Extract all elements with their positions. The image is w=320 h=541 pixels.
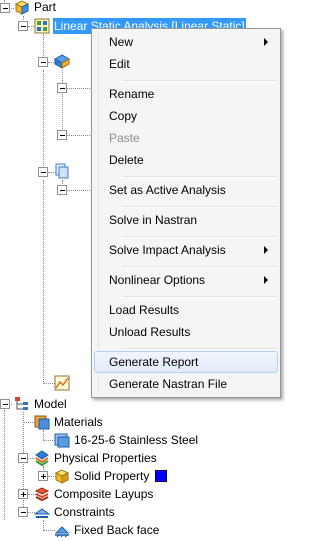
tree-node-label: Materials (54, 415, 103, 429)
analysis-icon (34, 18, 50, 34)
menu-item-generate-report[interactable]: Generate Report (94, 351, 278, 373)
tree-node-constraints[interactable]: Constraints (33, 503, 116, 521)
menu-item-label: Edit (109, 57, 130, 71)
tree-node-label: Model (34, 397, 67, 411)
tree-node-constraint-item[interactable]: Fixed Back face (54, 521, 160, 539)
menu-item-nonlinear-options[interactable]: Nonlinear Options (94, 269, 278, 291)
materials-icon (34, 414, 50, 430)
tree-node-material-item[interactable]: 16-25-6 Stainless Steel (54, 431, 199, 449)
expand-toggle[interactable] (0, 3, 10, 13)
menu-separator (122, 176, 276, 178)
tree-node-label: Part (34, 0, 57, 14)
menu-item-rename[interactable]: Rename (94, 83, 278, 105)
menu-item-copy[interactable]: Copy (94, 105, 278, 127)
tree-node-model[interactable]: Model (14, 395, 68, 413)
menu-item-label: Copy (109, 109, 138, 123)
model-icon (14, 396, 30, 412)
menu-item-label: Solve Impact Analysis (109, 243, 226, 257)
tree-node-label: Solid Property (74, 469, 150, 483)
menu-item-label: Generate Nastran File (109, 377, 228, 391)
submenu-arrow-icon (264, 246, 268, 254)
menu-item-label: Generate Report (109, 355, 199, 369)
material-icon (54, 432, 70, 448)
tree-line (62, 70, 63, 135)
menu-item-label: Paste (109, 131, 140, 145)
menu-item-label: Set as Active Analysis (109, 183, 226, 197)
menu-item-new[interactable]: New (94, 31, 278, 53)
menu-item-paste[interactable]: Paste (94, 127, 278, 149)
menu-item-label: Load Results (109, 303, 180, 317)
tree-line (43, 430, 44, 440)
menu-separator (122, 348, 276, 350)
tree-node-label: Fixed Back face (74, 523, 160, 537)
menu-item-load-results[interactable]: Load Results (94, 299, 278, 321)
tree-line (23, 412, 24, 515)
part-icon (14, 0, 30, 15)
tree-node-label: Physical Properties (54, 451, 157, 465)
menu-item-label: Rename (109, 87, 155, 101)
menu-item-solve-impact-analysis[interactable]: Solve Impact Analysis (94, 239, 278, 261)
tree-node-label: Composite Layups (54, 487, 154, 501)
composite-layups-icon (34, 486, 50, 502)
tree-line (43, 520, 44, 530)
expand-toggle[interactable] (18, 453, 28, 463)
tree-node-label: 16-25-6 Stainless Steel (74, 433, 199, 447)
expand-toggle[interactable] (18, 21, 28, 31)
menu-item-label: Solve in Nastran (109, 213, 198, 227)
menu-item-label: Nonlinear Options (109, 273, 206, 287)
expand-toggle[interactable] (38, 57, 48, 67)
expand-toggle[interactable] (18, 489, 28, 499)
tree-node-composite-layups[interactable]: Composite Layups (34, 485, 154, 503)
tree-line (43, 34, 44, 56)
fixed-constraint-icon (54, 522, 70, 538)
loads-icon (54, 163, 70, 179)
context-menu: New Edit Rename Copy Paste Delete Set as… (91, 28, 281, 398)
expand-toggle[interactable] (57, 83, 67, 93)
results-icon (54, 375, 70, 391)
color-swatch[interactable] (155, 470, 168, 482)
menu-separator (122, 206, 276, 208)
expand-toggle[interactable] (0, 399, 10, 409)
expand-toggle[interactable] (18, 507, 28, 517)
menu-item-generate-nastran-file[interactable]: Generate Nastran File (94, 373, 278, 395)
menu-separator (122, 236, 276, 238)
constraints-icon (33, 504, 51, 520)
expand-toggle[interactable] (57, 130, 67, 140)
menu-item-label: New (109, 35, 134, 49)
menu-separator (122, 80, 276, 82)
tree-node-solid-property[interactable]: Solid Property (54, 467, 168, 485)
physical-properties-icon (34, 450, 50, 467)
menu-item-label: Unload Results (109, 325, 191, 339)
tree-line (4, 410, 5, 520)
mesh-icon (53, 53, 71, 69)
menu-item-unload-results[interactable]: Unload Results (94, 321, 278, 343)
menu-item-edit[interactable]: Edit (94, 53, 278, 75)
tree-node-label: Constraints (54, 505, 115, 519)
tree-node-part[interactable]: Part (14, 0, 57, 16)
submenu-arrow-icon (264, 276, 268, 284)
tree-line (43, 180, 44, 382)
menu-item-delete[interactable]: Delete (94, 149, 278, 171)
menu-item-solve-in-nastran[interactable]: Solve in Nastran (94, 209, 278, 231)
expand-toggle[interactable] (38, 167, 48, 177)
tree-node-physical-properties[interactable]: Physical Properties (34, 449, 158, 467)
tree-node-materials[interactable]: Materials (34, 413, 104, 431)
menu-separator (122, 266, 276, 268)
expand-toggle[interactable] (57, 185, 67, 195)
submenu-arrow-icon (264, 38, 268, 46)
menu-item-label: Delete (109, 153, 144, 167)
solid-property-icon (54, 468, 70, 484)
menu-separator (122, 296, 276, 298)
tree-line (43, 70, 44, 166)
menu-item-set-active-analysis[interactable]: Set as Active Analysis (94, 179, 278, 201)
expand-toggle[interactable] (38, 471, 48, 481)
